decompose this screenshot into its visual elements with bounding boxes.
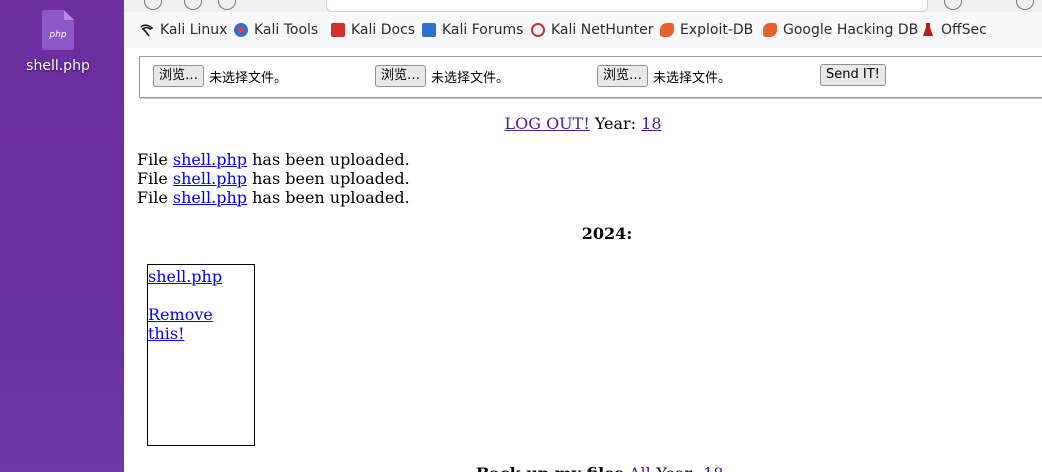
bookmark-label: Kali Linux bbox=[160, 22, 228, 38]
reload-button[interactable] bbox=[218, 0, 236, 10]
all-link[interactable]: All bbox=[629, 464, 651, 472]
browse-button[interactable]: 浏览… bbox=[153, 65, 205, 87]
uploaded-file-link[interactable]: shell.php bbox=[173, 188, 247, 207]
offsec-icon bbox=[921, 23, 935, 37]
svg-text:php: php bbox=[48, 30, 66, 40]
bookmark-label: Kali Forums bbox=[442, 22, 524, 38]
upload-message: File shell.php has been uploaded. bbox=[137, 150, 410, 169]
bookmark-label: Kali NetHunter bbox=[551, 22, 654, 38]
uploaded-file-link[interactable]: shell.php bbox=[173, 169, 247, 188]
url-bar[interactable] bbox=[326, 0, 928, 12]
bookmark-kali-nethunter[interactable]: Kali NetHunter bbox=[531, 21, 653, 39]
no-file-label: 未选择文件。 bbox=[653, 70, 732, 86]
bookmark-label: Exploit-DB bbox=[680, 22, 754, 38]
menu-button[interactable] bbox=[1016, 0, 1034, 10]
file-input-1[interactable]: 浏览… 未选择文件。 bbox=[153, 65, 287, 87]
backup-year-link[interactable]: 18 bbox=[703, 464, 723, 472]
extensions-button[interactable] bbox=[944, 0, 962, 10]
backup-year-label: Year: bbox=[656, 464, 697, 472]
send-button[interactable]: Send IT! bbox=[820, 64, 886, 86]
bookmark-label: Kali Tools bbox=[254, 22, 319, 38]
logout-link[interactable]: LOG OUT! bbox=[504, 114, 589, 133]
kali-docs-icon bbox=[331, 23, 345, 37]
upload-message: File shell.php has been uploaded. bbox=[137, 169, 410, 188]
backup-line: Back up my files All Year: 18 bbox=[476, 464, 723, 472]
bookmark-offsec[interactable]: OffSec bbox=[921, 21, 987, 39]
file-card: shell.php Remove this! bbox=[147, 264, 255, 446]
bookmark-kali-tools[interactable]: Kali Tools bbox=[234, 21, 318, 39]
file-card-link[interactable]: shell.php bbox=[148, 267, 222, 286]
desktop-file-label: shell.php bbox=[26, 58, 90, 74]
back-button[interactable] bbox=[144, 0, 162, 10]
bookmark-label: OffSec bbox=[941, 22, 987, 38]
exploit-db-icon bbox=[660, 23, 674, 37]
backup-label: Back up my files bbox=[476, 464, 623, 472]
bookmark-exploit-db[interactable]: Exploit-DB bbox=[660, 21, 753, 39]
upload-messages: File shell.php has been uploaded. File s… bbox=[137, 150, 410, 207]
uploaded-file-link[interactable]: shell.php bbox=[173, 150, 247, 169]
kali-forums-icon bbox=[422, 23, 436, 37]
ghdb-icon bbox=[763, 23, 777, 37]
year-heading: 2024: bbox=[581, 224, 633, 243]
bookmark-kali-docs[interactable]: Kali Docs bbox=[331, 21, 415, 39]
file-input-3[interactable]: 浏览… 未选择文件。 bbox=[597, 65, 731, 87]
php-file-icon: php bbox=[42, 10, 74, 50]
desktop: php shell.php bbox=[0, 0, 124, 472]
file-input-2[interactable]: 浏览… 未选择文件。 bbox=[375, 65, 509, 87]
kali-dragon-icon bbox=[140, 23, 154, 37]
no-file-label: 未选择文件。 bbox=[431, 70, 510, 86]
nethunter-icon bbox=[531, 23, 545, 37]
bookmark-kali-forums[interactable]: Kali Forums bbox=[422, 21, 523, 39]
no-file-label: 未选择文件。 bbox=[209, 70, 288, 86]
forward-button[interactable] bbox=[184, 0, 202, 10]
bookmarks-toolbar: Kali Linux Kali Tools Kali Docs Kali For… bbox=[124, 12, 1042, 49]
desktop-file-shell[interactable]: php shell.php bbox=[22, 10, 94, 74]
browse-button[interactable]: 浏览… bbox=[597, 65, 649, 87]
year-label: Year: bbox=[594, 114, 637, 133]
page-content: 浏览… 未选择文件。 浏览… 未选择文件。 浏览… 未选择文件。 Send IT… bbox=[124, 48, 1042, 472]
browse-button[interactable]: 浏览… bbox=[375, 65, 427, 87]
browser-window: Kali Linux Kali Tools Kali Docs Kali For… bbox=[124, 0, 1042, 472]
bookmark-kali-linux[interactable]: Kali Linux bbox=[140, 21, 227, 39]
upload-form: 浏览… 未选择文件。 浏览… 未选择文件。 浏览… 未选择文件。 Send IT… bbox=[139, 56, 1042, 98]
bookmark-label: Kali Docs bbox=[351, 22, 416, 38]
kali-tools-icon bbox=[234, 23, 248, 37]
logout-line: LOG OUT! Year: 18 bbox=[124, 114, 1042, 133]
bookmark-ghdb[interactable]: Google Hacking DB bbox=[763, 21, 918, 39]
upload-message: File shell.php has been uploaded. bbox=[137, 188, 410, 207]
bookmark-label: Google Hacking DB bbox=[783, 22, 919, 38]
year-link[interactable]: 18 bbox=[641, 114, 661, 133]
remove-file-link[interactable]: Remove this! bbox=[148, 305, 254, 343]
